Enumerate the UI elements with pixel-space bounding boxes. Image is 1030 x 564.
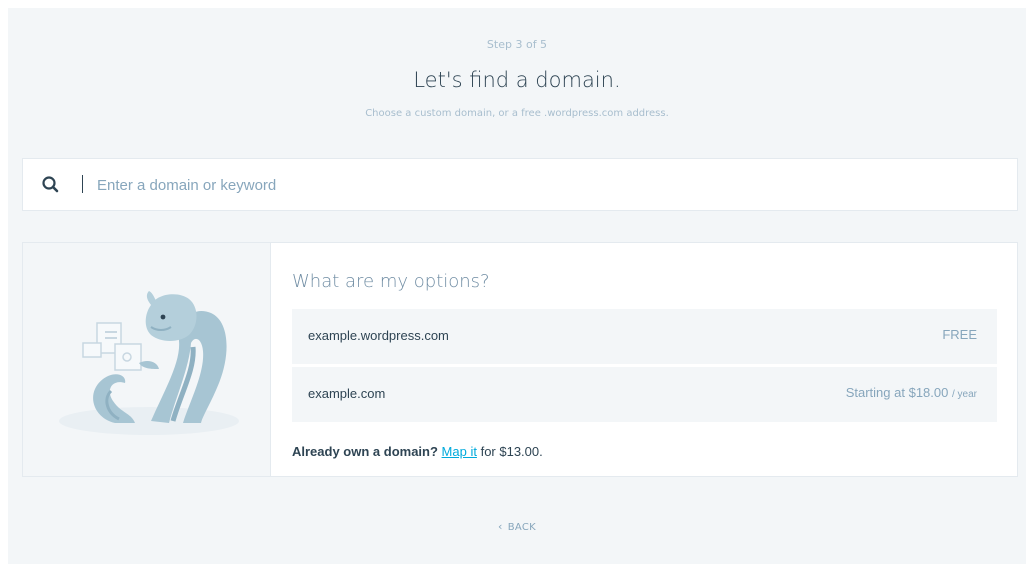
search-icon[interactable] [41,175,61,195]
option-row-custom: example.com Starting at $18.00 / year [292,367,997,422]
options-illustration [23,243,271,476]
page-title: Let's find a domain. [413,68,621,92]
option-price: FREE [942,327,977,342]
signup-page: Step 3 of 5 Let's find a domain. Choose … [8,8,1026,564]
option-domain: example.com [308,386,386,401]
own-domain-lead: Already own a domain? [292,444,438,459]
option-price-value: Starting at $18.00 [845,385,949,400]
sea-serpent-illustration [59,291,239,435]
option-price-period: / year [951,389,977,400]
page-subtitle: Choose a custom domain, or a free .wordp… [365,108,669,119]
options-title: What are my options? [292,271,490,292]
domain-search-input[interactable] [83,173,983,197]
option-price-value: FREE [942,327,977,342]
back-button[interactable]: ‹ BACK [8,520,1026,533]
options-content: What are my options? example.wordpress.c… [271,243,1017,476]
own-domain-price: for $13.00. [480,444,543,459]
domain-search-card [22,158,1018,211]
back-label: BACK [507,522,536,533]
option-domain: example.wordpress.com [308,328,449,343]
text-cursor [82,175,83,193]
chevron-left-icon: ‹ [498,520,503,533]
option-price: Starting at $18.00 / year [846,385,977,400]
domain-options-card: What are my options? example.wordpress.c… [22,242,1018,477]
option-row-free: example.wordpress.com FREE [292,309,997,364]
map-domain-link[interactable]: Map it [442,444,477,459]
step-indicator: Step 3 of 5 [486,38,548,51]
own-domain-text: Already own a domain? Map it for $13.00. [292,444,543,459]
